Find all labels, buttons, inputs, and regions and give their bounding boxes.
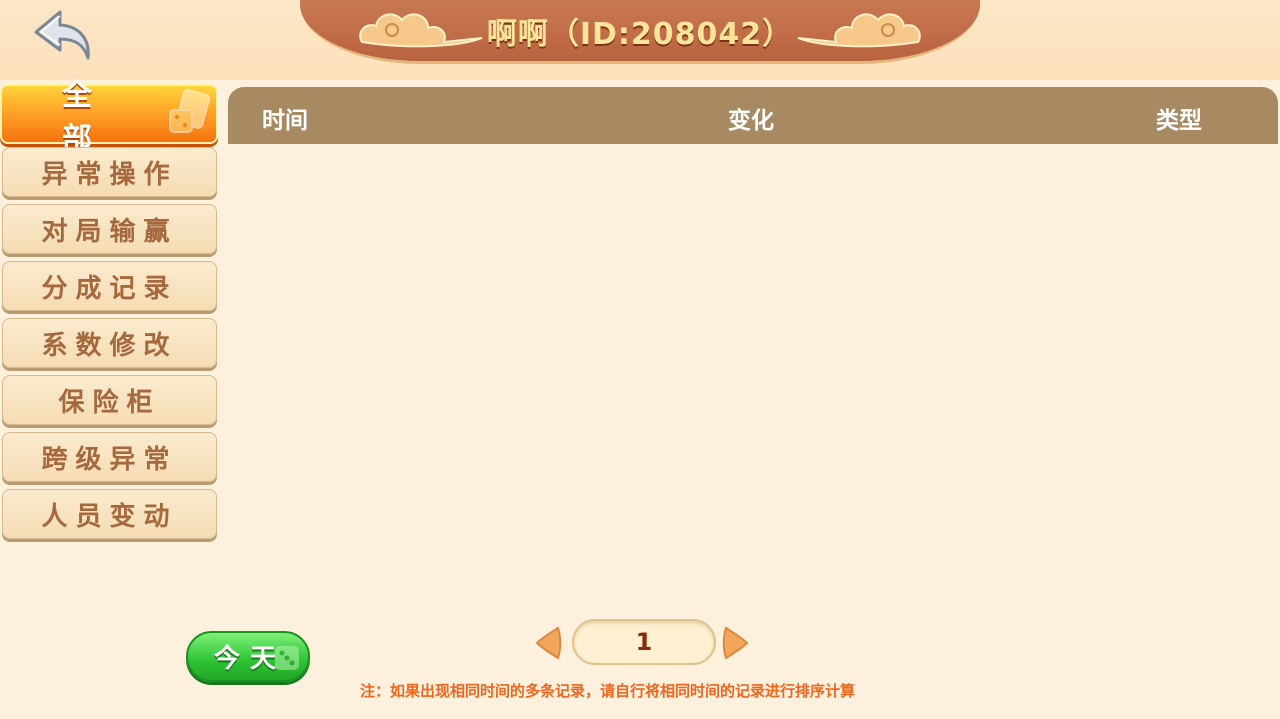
prev-page-button[interactable] [534,625,562,661]
sidebar-item-label: 系数修改 [41,330,178,361]
current-page-number: 1 [635,628,653,656]
sidebar-item-label: 对局输赢 [41,216,178,247]
sidebar-item-label: 保险柜 [58,387,161,418]
table-header: 时间 变化 类型 [228,87,1278,144]
page-title: 啊啊（ID:208042） [486,16,794,52]
sidebar-item-cross-level-abnormal[interactable]: 跨级异常 [2,432,217,482]
sidebar-item-safe-box[interactable]: 保险柜 [2,375,217,425]
sidebar-item-member-changes[interactable]: 人员变动 [2,489,217,539]
title-banner: 啊啊（ID:208042） [300,0,980,64]
today-filter-button[interactable]: 今天 [186,631,310,682]
sidebar-item-label: 异常操作 [41,159,178,190]
app-root: 啊啊（ID:208042） 全 部 异常操作 对局输赢 分成记录 系数修改 保险… [0,0,1280,719]
records-table: 时间 变化 类型 [228,87,1278,607]
chevron-right-icon [722,626,749,660]
column-header-type: 类型 [1156,108,1202,134]
sidebar-item-commission-records[interactable]: 分成记录 [2,261,217,311]
sidebar-item-coefficient-changes[interactable]: 系数修改 [2,318,217,368]
cloud-ornament-icon [359,13,483,48]
column-header-change: 变化 [728,108,774,134]
back-button[interactable] [30,4,96,70]
next-page-button[interactable] [722,625,750,661]
page-number-display[interactable]: 1 [572,619,716,665]
playing-cards-icon [169,89,211,133]
sidebar-item-label: 人员变动 [41,501,178,532]
sidebar-item-match-results[interactable]: 对局输赢 [2,204,217,254]
dice-icon [275,646,299,670]
sidebar-item-all[interactable]: 全 部 [0,78,218,157]
column-header-time: 时间 [262,108,308,134]
back-arrow-icon [34,10,90,60]
table-body[interactable] [228,144,1278,607]
sidebar-item-label: 跨级异常 [41,444,178,475]
sidebar-item-label: 分成记录 [41,273,178,304]
cloud-ornament-icon [797,13,921,48]
pagination: 1 [534,619,754,667]
sidebar-item-abnormal-ops[interactable]: 异常操作 [2,147,217,197]
sort-notice: 注：如果出现相同时间的多条记录，请自行将相同时间的记录进行排序计算 [360,682,856,700]
chevron-left-icon [535,626,562,660]
header-bar: 啊啊（ID:208042） [0,0,1280,80]
